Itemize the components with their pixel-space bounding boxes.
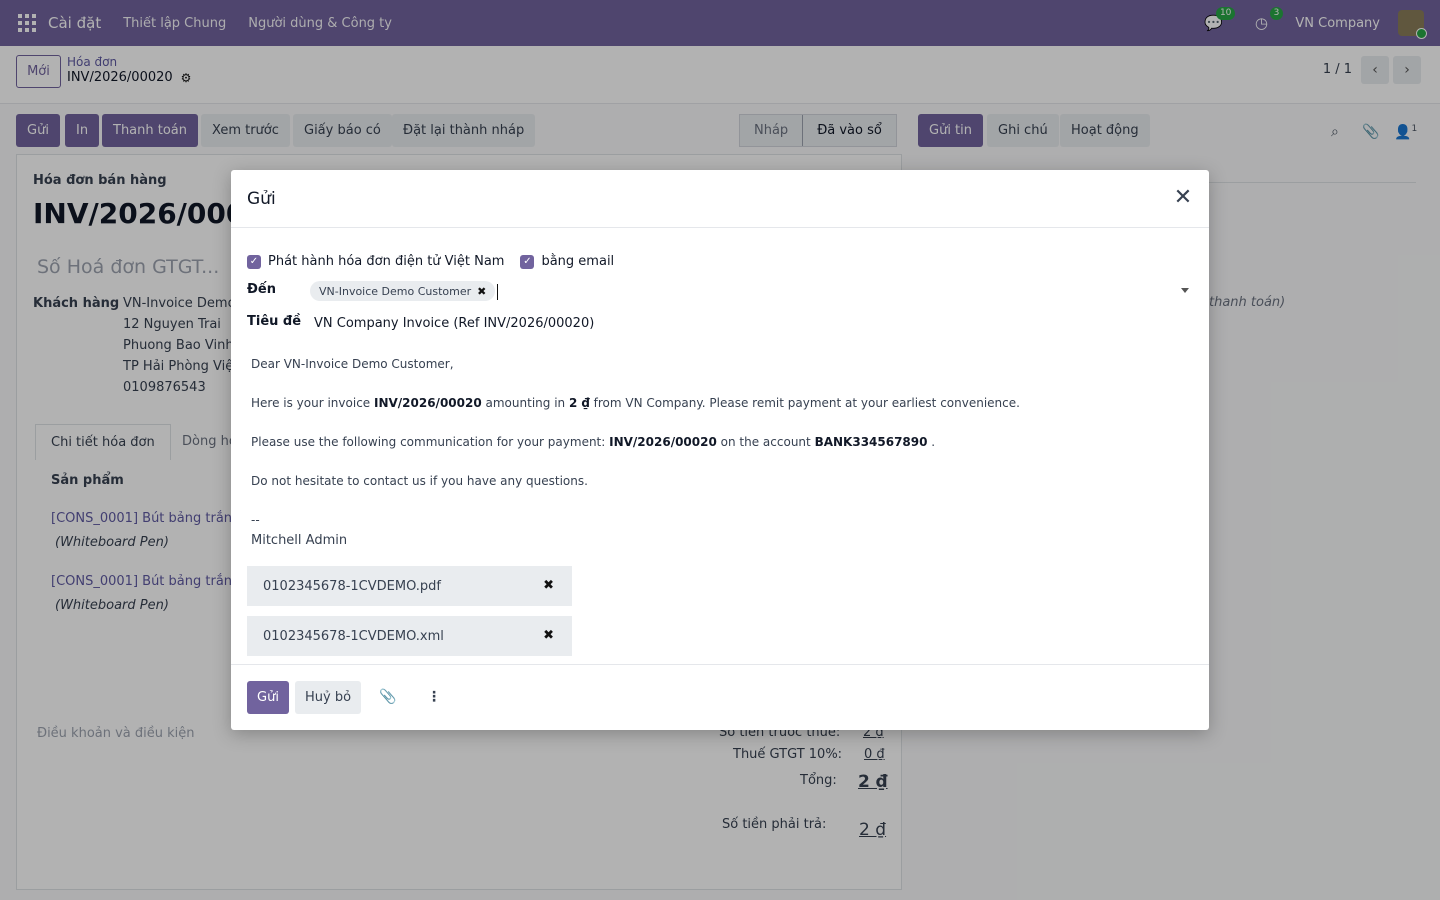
dropdown-caret-icon[interactable] bbox=[1181, 288, 1189, 293]
dialog-footer: Gửi Huỷ bỏ 📎 ⋮ bbox=[231, 664, 1209, 730]
attachment-item[interactable]: 0102345678-1CVDEMO.xml ✖ bbox=[247, 616, 572, 656]
send-dialog: Gửi ✕ ✓ Phát hành hóa đơn điện tử Việt N… bbox=[231, 170, 1209, 730]
remove-attachment-icon[interactable]: ✖ bbox=[543, 578, 554, 593]
close-icon[interactable]: ✕ bbox=[1171, 187, 1195, 211]
body-paragraph-2[interactable]: Please use the following communication f… bbox=[251, 435, 935, 449]
attachment-name[interactable]: 0102345678-1CVDEMO.xml bbox=[263, 629, 444, 644]
signature-name: Mitchell Admin bbox=[251, 533, 348, 548]
attachment-item[interactable]: 0102345678-1CVDEMO.pdf ✖ bbox=[247, 566, 572, 606]
subject-input[interactable]: VN Company Invoice (Ref INV/2026/00020) bbox=[314, 316, 594, 331]
dialog-header: Gửi bbox=[231, 170, 1209, 228]
body-paragraph-3[interactable]: Do not hesitate to contact us if you hav… bbox=[251, 474, 588, 488]
recipient-tag: VN-Invoice Demo Customer ✖ bbox=[310, 281, 496, 301]
email-checkbox-label: bằng email bbox=[541, 254, 615, 269]
checkbox-checked-icon[interactable]: ✓ bbox=[520, 254, 535, 269]
body-paragraph-1[interactable]: Here is your invoice INV/2026/00020 amou… bbox=[251, 396, 1020, 410]
attach-file-icon[interactable]: 📎 bbox=[379, 689, 396, 705]
checkbox-checked-icon[interactable]: ✓ bbox=[247, 254, 261, 269]
dialog-send-button[interactable]: Gửi bbox=[247, 681, 289, 714]
dialog-title: Gửi bbox=[247, 188, 276, 209]
remove-attachment-icon[interactable]: ✖ bbox=[543, 628, 554, 643]
dialog-cancel-button[interactable]: Huỷ bỏ bbox=[295, 681, 362, 714]
recipients-label: Đến bbox=[247, 282, 276, 297]
more-options-icon[interactable]: ⋮ bbox=[427, 689, 441, 705]
recipients-input[interactable] bbox=[497, 284, 498, 300]
signature-dash: -- bbox=[251, 513, 260, 527]
attachment-name[interactable]: 0102345678-1CVDEMO.pdf bbox=[263, 579, 441, 594]
einvoice-checkbox-row[interactable]: ✓ Phát hành hóa đơn điện tử Việt Nam ✓ b… bbox=[247, 254, 614, 269]
einvoice-checkbox-label: Phát hành hóa đơn điện tử Việt Nam bbox=[268, 254, 505, 269]
remove-tag-icon[interactable]: ✖ bbox=[477, 285, 486, 298]
body-greeting[interactable]: Dear VN-Invoice Demo Customer, bbox=[251, 357, 454, 371]
subject-label: Tiêu đề bbox=[247, 314, 302, 329]
recipient-tag-label: VN-Invoice Demo Customer bbox=[319, 284, 472, 298]
